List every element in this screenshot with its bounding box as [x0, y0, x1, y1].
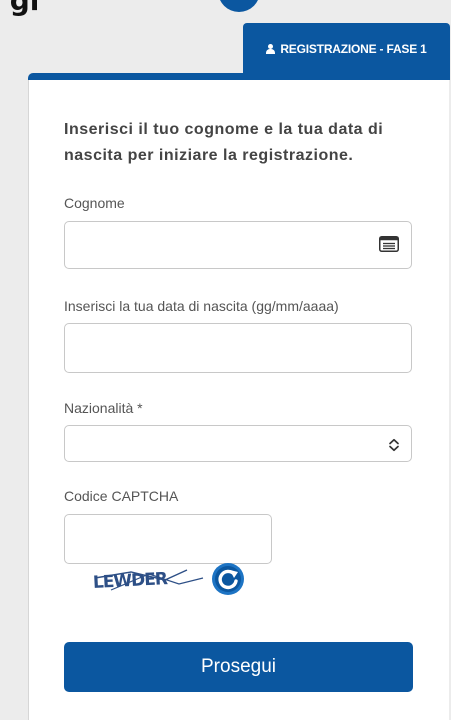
birthdate-label: Inserisci la tua data di nascita (gg/mm/…: [64, 298, 339, 314]
tab-bar: [28, 73, 450, 80]
submit-button[interactable]: Prosegui: [64, 642, 413, 692]
intro-text: Inserisci il tuo cognome e la tua data d…: [64, 121, 384, 164]
birthdate-input[interactable]: [65, 324, 411, 372]
logo-circle: [218, 0, 260, 12]
nationality-select[interactable]: [65, 426, 411, 461]
captcha-image: LEWDER: [92, 569, 204, 593]
registration-card: Inserisci il tuo cognome e la tua data d…: [28, 80, 449, 720]
surname-field: [64, 221, 412, 269]
user-icon: [266, 44, 276, 54]
captcha-input[interactable]: [65, 515, 271, 563]
contact-card-icon[interactable]: [379, 236, 399, 252]
surname-label: Cognome: [64, 195, 125, 211]
tab-registration-step-1[interactable]: REGISTRAZIONE - FASE 1: [243, 23, 450, 75]
captcha-field: [64, 514, 272, 564]
captcha-label: Codice CAPTCHA: [64, 488, 179, 504]
nationality-label: Nazionalità *: [64, 400, 143, 416]
birthdate-field: [64, 323, 412, 373]
tab-label: REGISTRAZIONE - FASE 1: [280, 42, 427, 56]
page-heading: gi: [9, 0, 40, 17]
nationality-select-wrapper: [64, 425, 412, 462]
refresh-icon[interactable]: [211, 562, 245, 596]
surname-input[interactable]: [65, 222, 411, 268]
